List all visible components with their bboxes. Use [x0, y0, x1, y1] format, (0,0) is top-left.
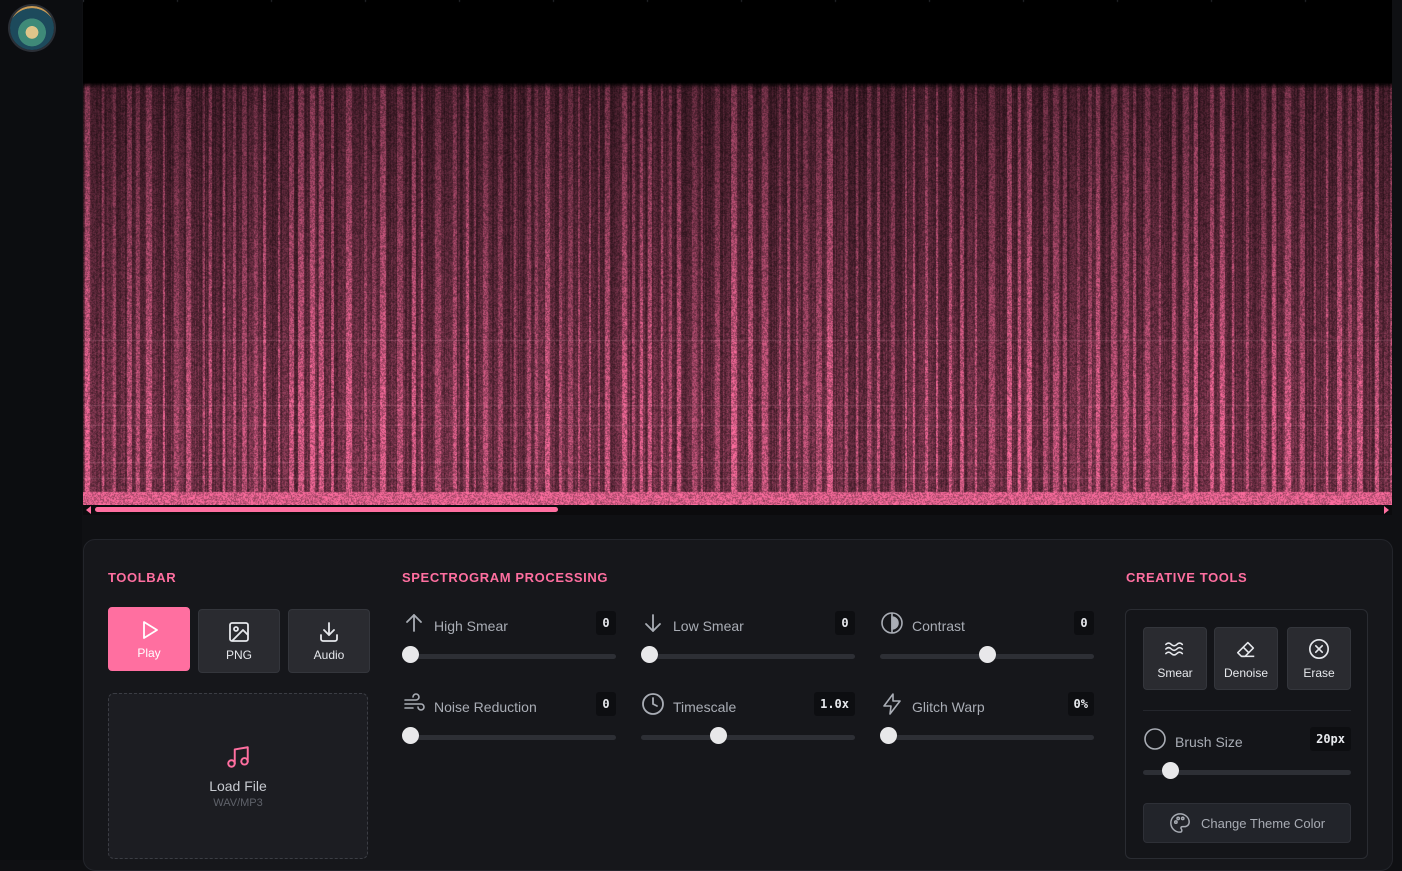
creative-tools-box: Smear Denoise Erase Brush Size 20px Chan…	[1125, 609, 1368, 859]
brush-size-control: Brush Size 20px	[1143, 727, 1351, 787]
noise-reduction-value: 0	[596, 692, 616, 716]
high-smear-control: High Smear 0	[402, 611, 616, 671]
smear-tool-button[interactable]: Smear	[1143, 627, 1207, 690]
brush-size-label: Brush Size	[1175, 734, 1243, 750]
high-smear-slider[interactable]	[402, 654, 616, 659]
change-theme-color-label: Change Theme Color	[1200, 815, 1326, 831]
load-file-label: Load File	[209, 777, 267, 794]
timescale-slider-thumb[interactable]	[710, 727, 728, 744]
high-smear-slider-thumb[interactable]	[402, 646, 419, 663]
lightning-icon	[883, 693, 901, 715]
low-smear-label: Low Smear	[673, 618, 744, 634]
low-smear-slider-thumb[interactable]	[641, 646, 658, 663]
glitch-warp-slider[interactable]	[880, 735, 1094, 740]
png-label: PNG	[225, 648, 252, 662]
erase-tool-label: Erase	[1303, 665, 1335, 680]
brush-size-value: 20px	[1310, 727, 1351, 751]
play-button[interactable]: Play	[108, 607, 190, 671]
noise-reduction-slider[interactable]	[402, 735, 616, 740]
low-smear-value: 0	[835, 611, 855, 635]
play-label: Play	[137, 646, 161, 660]
timescale-control: Timescale 1.0x	[641, 692, 855, 752]
contrast-icon	[881, 612, 903, 634]
change-theme-color-button[interactable]: Change Theme Color	[1143, 803, 1351, 843]
denoise-tool-label: Denoise	[1223, 665, 1269, 680]
noise-reduction-label: Noise Reduction	[434, 699, 537, 715]
toolbar-title: TOOLBAR	[108, 570, 177, 585]
contrast-slider-thumb[interactable]	[979, 646, 996, 663]
low-smear-slider[interactable]	[641, 654, 855, 659]
audio-label: Audio	[313, 648, 345, 662]
glitch-warp-value: 0%	[1067, 692, 1094, 716]
scroll-right-icon[interactable]	[1384, 506, 1389, 514]
clock-icon	[642, 693, 664, 715]
eraser-icon	[1236, 641, 1255, 657]
load-file-dropzone[interactable]: Load File WAV/MP3	[108, 693, 368, 859]
avatar[interactable]	[10, 6, 54, 50]
contrast-label: Contrast	[912, 618, 965, 634]
glitch-warp-control: Glitch Warp 0%	[880, 692, 1094, 752]
spectrogram-viewer[interactable]	[83, 0, 1392, 515]
scrollbar-thumb[interactable]	[95, 507, 558, 512]
control-panel: TOOLBAR Play PNG Audio Load File WAV/MP3…	[83, 539, 1393, 871]
high-smear-value: 0	[596, 611, 616, 635]
denoise-tool-button[interactable]: Denoise	[1214, 627, 1278, 690]
play-icon	[143, 621, 158, 639]
music-note-icon	[227, 745, 249, 768]
load-file-formats: WAV/MP3	[213, 796, 263, 809]
waves-icon	[1165, 641, 1184, 656]
noise-reduction-control: Noise Reduction 0	[402, 692, 616, 752]
image-icon	[229, 622, 249, 642]
horizontal-scrollbar[interactable]	[83, 505, 1392, 515]
processing-title: SPECTROGRAM PROCESSING	[402, 570, 609, 585]
arrow-up-icon	[406, 614, 422, 632]
creative-divider	[1143, 710, 1351, 711]
noise-reduction-slider-thumb[interactable]	[402, 727, 419, 744]
contrast-value: 0	[1074, 611, 1094, 635]
high-smear-label: High Smear	[434, 618, 508, 634]
palette-icon	[1170, 813, 1190, 833]
creative-tools-title: CREATIVE TOOLS	[1126, 570, 1248, 585]
spectrogram-canvas[interactable]	[83, 0, 1392, 505]
download-icon	[320, 622, 338, 642]
timescale-value: 1.0x	[814, 692, 855, 716]
brush-size-slider-thumb[interactable]	[1162, 762, 1180, 779]
sidebar	[0, 0, 82, 860]
scroll-left-icon[interactable]	[86, 506, 91, 514]
close-circle-icon	[1309, 638, 1329, 659]
glitch-warp-label: Glitch Warp	[912, 699, 985, 715]
arrow-down-icon	[645, 614, 661, 632]
glitch-warp-slider-thumb[interactable]	[880, 727, 897, 744]
timescale-slider[interactable]	[641, 735, 855, 740]
circle-icon	[1144, 728, 1166, 750]
timescale-label: Timescale	[673, 699, 737, 715]
png-export-button[interactable]: PNG	[198, 609, 280, 673]
smear-tool-label: Smear	[1157, 665, 1193, 680]
wind-icon	[404, 693, 425, 711]
erase-tool-button[interactable]: Erase	[1287, 627, 1351, 690]
contrast-control: Contrast 0	[880, 611, 1094, 671]
low-smear-control: Low Smear 0	[641, 611, 855, 671]
audio-export-button[interactable]: Audio	[288, 609, 370, 673]
